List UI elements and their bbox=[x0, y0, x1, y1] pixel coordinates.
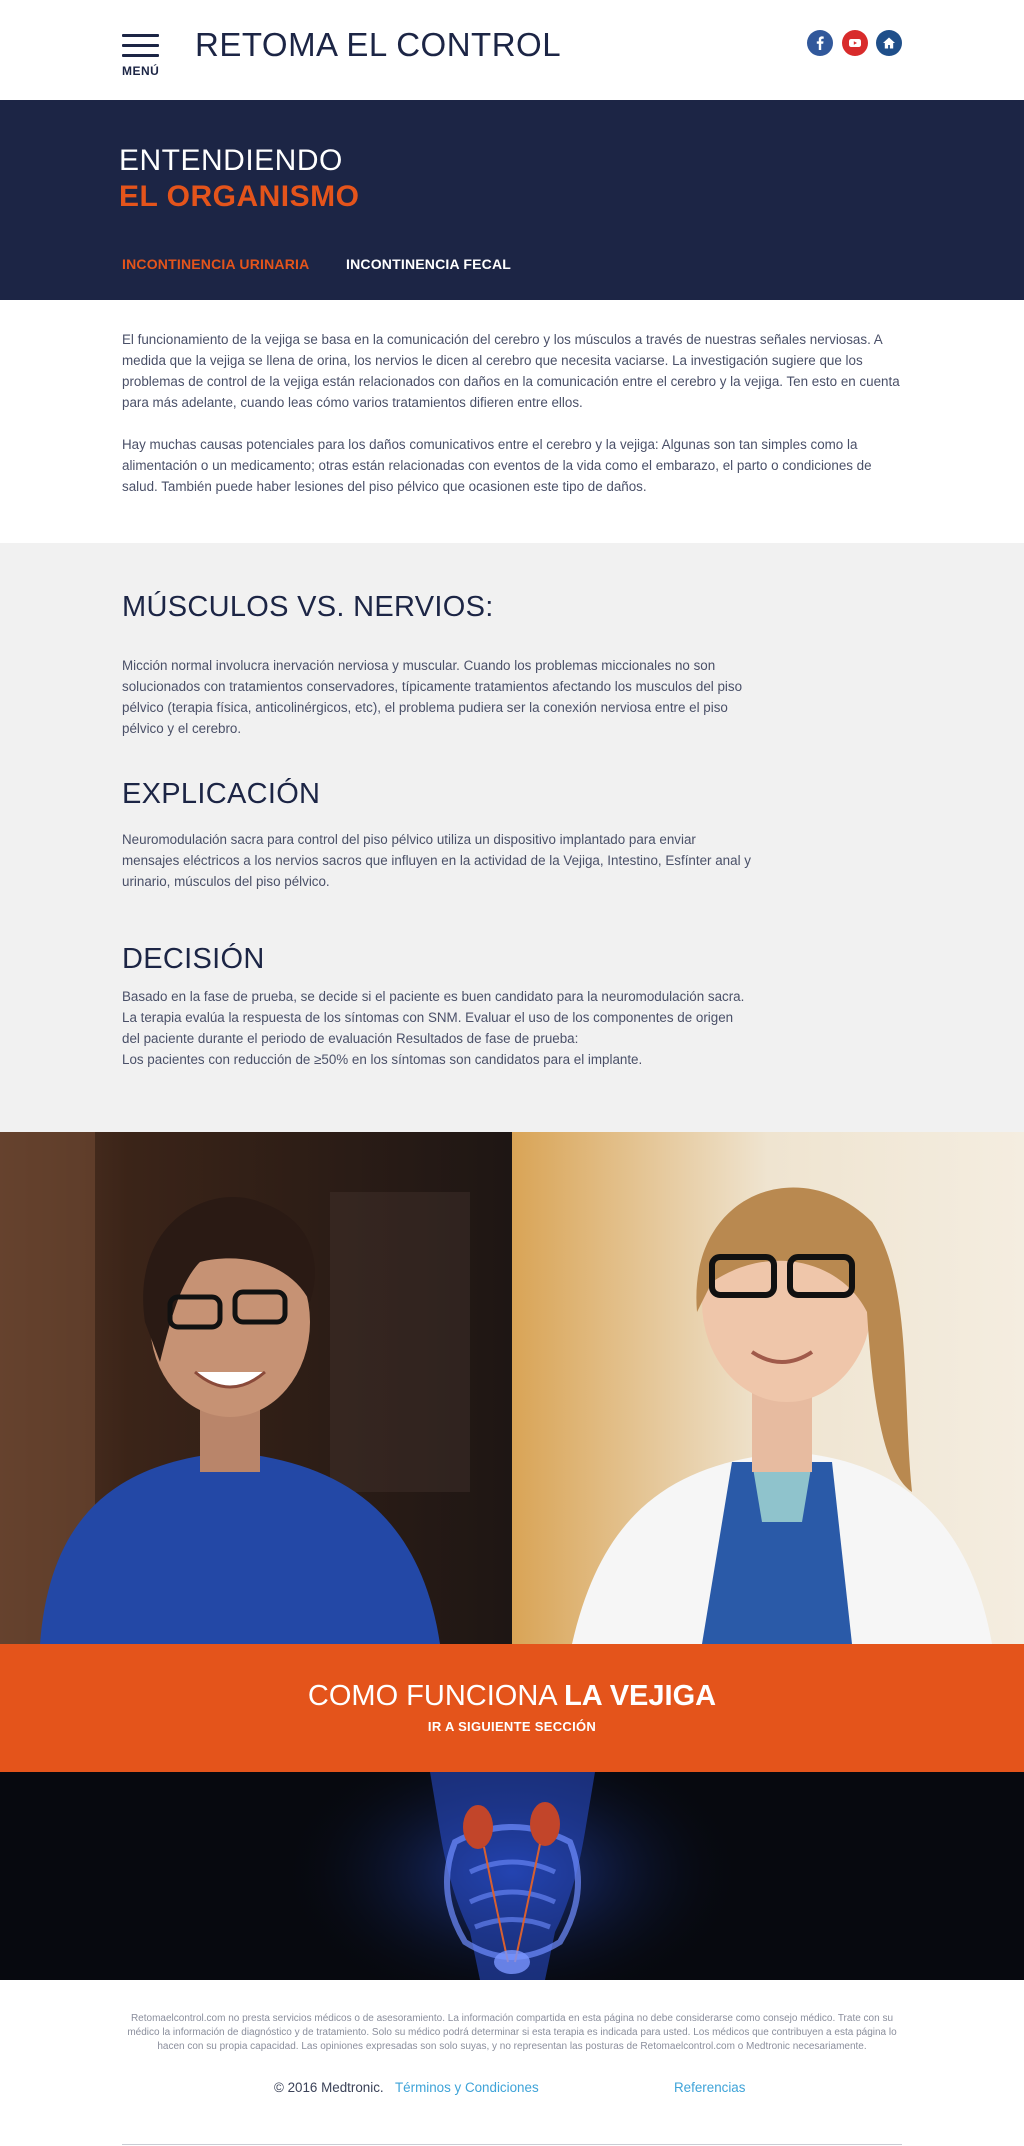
section-heading-explicacion: EXPLICACIÓN bbox=[122, 778, 321, 810]
section-body-decision: Basado en la fase de prueba, se decide s… bbox=[122, 986, 752, 1070]
cta-title: COMO FUNCIONA LA VEJIGA bbox=[0, 1680, 1024, 1713]
site-footer: Retomaelcontrol.com no presta servicios … bbox=[0, 1980, 1024, 2146]
intro-section: El funcionamiento de la vejiga se basa e… bbox=[0, 300, 1024, 543]
menu-label: MENÚ bbox=[122, 64, 160, 78]
site-title[interactable]: RETOMA EL CONTROL bbox=[195, 26, 561, 64]
footer-disclaimer: Retomaelcontrol.com no presta servicios … bbox=[127, 2013, 897, 2052]
anatomy-image bbox=[0, 1772, 1024, 1980]
intro-paragraph: El funcionamiento de la vejiga se basa e… bbox=[122, 332, 900, 410]
menu-button[interactable]: MENÚ bbox=[122, 34, 162, 78]
footer-divider bbox=[122, 2144, 902, 2145]
doctor-photo bbox=[512, 1132, 1024, 1644]
decision-text: Basado en la fase de prueba, se decide s… bbox=[122, 989, 745, 1046]
section-body-musculos: Micción normal involucra inervación nerv… bbox=[122, 658, 743, 736]
tab-incontinencia-urinaria[interactable]: INCONTINENCIA URINARIA bbox=[122, 256, 309, 272]
footer-copyright: © 2016 Medtronic. bbox=[274, 2080, 384, 2095]
references-link[interactable]: Referencias bbox=[674, 2080, 745, 2095]
decision-result-text: Los pacientes con reducción de ≥50% en l… bbox=[122, 1052, 643, 1067]
cta-subtitle: IR A SIGUIENTE SECCIÓN bbox=[427, 1719, 597, 1734]
youtube-icon[interactable] bbox=[842, 30, 868, 56]
facebook-icon[interactable] bbox=[807, 30, 833, 56]
hero-banner: ENTENDIENDO EL ORGANISMO INCONTINENCIA U… bbox=[0, 100, 1024, 300]
info-section: MÚSCULOS VS. NERVIOS: Micción normal inv… bbox=[0, 543, 1024, 1132]
site-header: MENÚ RETOMA EL CONTROL bbox=[0, 0, 1024, 100]
tab-incontinencia-fecal[interactable]: INCONTINENCIA FECAL bbox=[346, 256, 511, 272]
section-heading-musculos: MÚSCULOS VS. NERVIOS: bbox=[122, 591, 494, 623]
hero-title-line2: EL ORGANISMO bbox=[119, 180, 360, 213]
hamburger-icon-bar bbox=[122, 44, 159, 47]
cta-title-light: COMO FUNCIONA bbox=[307, 1680, 565, 1712]
home-icon[interactable] bbox=[876, 30, 902, 56]
hamburger-icon-bar bbox=[122, 54, 159, 57]
terms-link[interactable]: Términos y Condiciones bbox=[395, 2080, 539, 2095]
hero-title-line1: ENTENDIENDO bbox=[119, 144, 343, 177]
section-body-explicacion: Neuromodulación sacra para control del p… bbox=[122, 832, 751, 889]
section-heading-decision: DECISIÓN bbox=[122, 943, 265, 975]
hamburger-icon bbox=[122, 34, 159, 37]
intro-paragraph: Hay muchas causas potenciales para los d… bbox=[122, 437, 872, 494]
cta-title-bold: LA VEJIGA bbox=[564, 1680, 717, 1712]
patient-photo bbox=[0, 1132, 512, 1644]
next-section-cta[interactable]: COMO FUNCIONA LA VEJIGA IR A SIGUIENTE S… bbox=[0, 1644, 1024, 1772]
